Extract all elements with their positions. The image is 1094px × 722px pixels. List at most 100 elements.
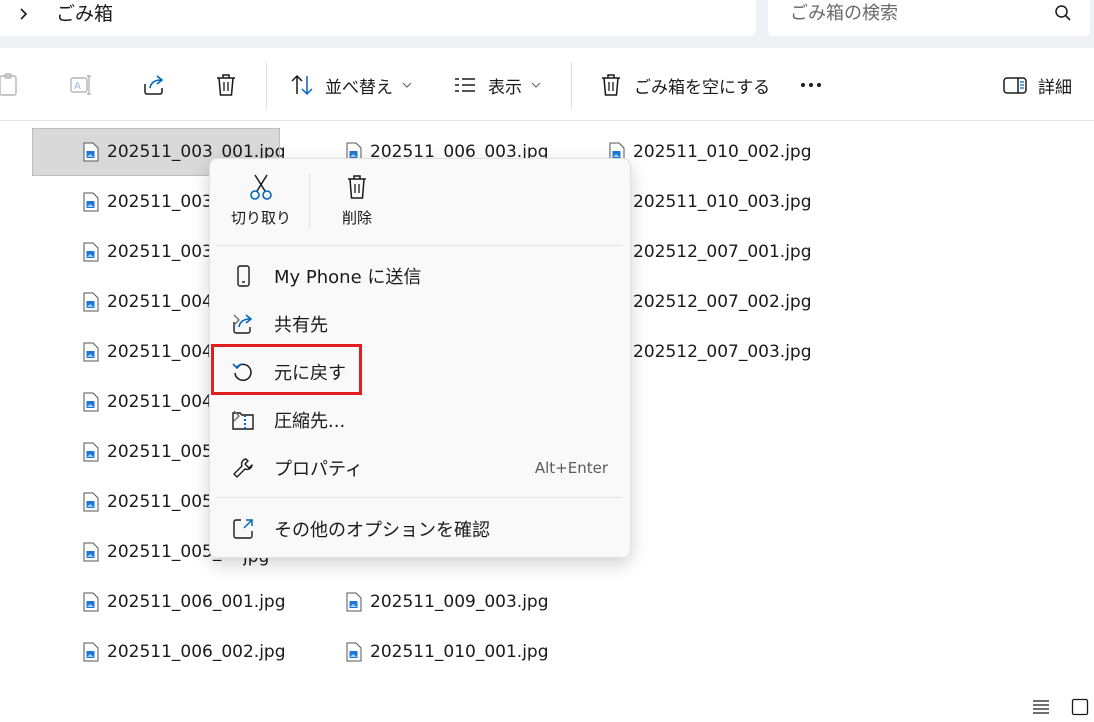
file-name: 202511_004_ (107, 292, 222, 312)
file-item[interactable]: 202511_005_ (83, 529, 221, 575)
file-item[interactable]: 202511_003_ (83, 229, 221, 275)
details-pane-button[interactable]: 詳細 (1002, 70, 1072, 100)
file-name: 202511_009_003.jpg (370, 592, 549, 612)
image-file-icon (83, 442, 99, 462)
share-icon (144, 75, 164, 95)
share-button[interactable] (141, 70, 167, 100)
file-name: 202511_010_002.jpg (633, 142, 812, 162)
chevron-right-icon (233, 314, 240, 326)
file-item[interactable]: 202512_007_002.jpg (609, 279, 812, 325)
file-item[interactable]: 202511_004_ (83, 279, 221, 325)
file-item[interactable]: 202511_010_003.jpg (609, 179, 812, 225)
file-item[interactable]: 202511_005_ (83, 429, 221, 475)
file-item[interactable]: 202511_004_ (83, 329, 221, 375)
paste-button[interactable] (0, 70, 22, 100)
file-item[interactable]: 202511_003_ (83, 179, 221, 225)
image-file-icon (83, 592, 99, 612)
menu-item-share[interactable]: 共有先 (216, 301, 622, 347)
file-name: 202512_007_001.jpg (633, 242, 812, 262)
image-file-icon (83, 192, 99, 212)
paste-icon (0, 73, 17, 96)
file-item[interactable]: 202512_007_003.jpg (609, 329, 812, 375)
image-file-icon (346, 592, 362, 612)
details-label: 詳細 (1038, 77, 1072, 98)
details-view-icon[interactable] (1032, 698, 1050, 716)
chevron-right-icon[interactable] (14, 2, 34, 26)
menu-item-send-phone[interactable]: My Phone に送信 (216, 253, 622, 299)
view-icon (455, 78, 475, 92)
menu-separator (216, 497, 622, 498)
image-file-icon (83, 392, 99, 412)
scissors-icon (250, 174, 272, 200)
file-item[interactable]: 202511_009_003.jpg (346, 579, 549, 625)
more-icon (801, 83, 821, 87)
file-name: 202511_010_001.jpg (370, 642, 549, 662)
thumbnail-view-icon[interactable] (1071, 698, 1089, 716)
share-label: 共有先 (274, 315, 328, 336)
phone-icon (237, 265, 250, 287)
file-name: 202511_006_002.jpg (107, 642, 286, 662)
file-item[interactable]: 202512_007_001.jpg (609, 229, 812, 275)
file-name: 202512_007_003.jpg (633, 342, 812, 362)
search-box[interactable]: ごみ箱の検索 (768, 0, 1090, 36)
open-external-icon (233, 519, 253, 539)
rename-button[interactable]: A (68, 70, 94, 100)
image-file-icon (83, 242, 99, 262)
command-bar: A 並べ替え 表示 ごみ箱を空にする 詳細 (0, 48, 1094, 121)
file-name: 202511_005_ (107, 492, 222, 512)
file-item[interactable]: 202511_005_ (83, 479, 221, 525)
file-item[interactable]: 202511_006_001.jpg (83, 579, 286, 625)
chevron-down-icon (531, 82, 541, 88)
image-file-icon (83, 492, 99, 512)
menu-separator (216, 245, 622, 246)
cut-button[interactable]: 切り取り (216, 173, 306, 237)
menu-item-more-options[interactable]: その他のオプションを確認 (216, 506, 622, 552)
search-input[interactable]: ごみ箱の検索 (790, 2, 898, 26)
delete-label: 削除 (341, 209, 372, 227)
file-name: 202511_005_ (107, 442, 222, 462)
empty-bin-label: ごみ箱を空にする (634, 77, 771, 98)
toolbar-separator (571, 62, 572, 110)
delete-button[interactable] (213, 70, 239, 100)
file-name: 202511_003_ (107, 192, 222, 212)
title-bar: ごみ箱 ごみ箱の検索 (0, 0, 1094, 48)
empty-bin-icon (602, 74, 620, 96)
delete-action-button[interactable]: 削除 (312, 173, 402, 237)
chevron-down-icon (402, 82, 412, 88)
file-name: 202511_010_003.jpg (633, 192, 812, 212)
file-name: 202511_004_ (107, 392, 222, 412)
sort-button[interactable]: 並べ替え (289, 70, 413, 100)
details-pane-icon (1003, 77, 1027, 94)
empty-bin-button[interactable]: ごみ箱を空にする (598, 70, 770, 100)
image-file-icon (83, 642, 99, 662)
menu-item-properties[interactable]: プロパティ Alt+Enter (216, 445, 622, 491)
rename-icon: A (70, 75, 91, 95)
file-item[interactable]: 202511_004_ (83, 379, 221, 425)
properties-label: プロパティ (274, 459, 363, 480)
file-name: 202511_004_ (107, 342, 222, 362)
image-file-icon (346, 642, 362, 662)
file-name: 202511_006_001.jpg (107, 592, 286, 612)
menu-item-compress[interactable]: 圧縮先... (216, 397, 622, 443)
file-item[interactable]: 202511_006_002.jpg (83, 629, 286, 675)
svg-text:A: A (74, 81, 81, 92)
image-file-icon (83, 292, 99, 312)
delete-icon (348, 175, 366, 199)
quick-actions-separator (309, 173, 310, 229)
image-file-icon (83, 342, 99, 362)
address-bar[interactable]: ごみ箱 (0, 0, 756, 36)
cut-label: 切り取り (230, 209, 291, 227)
file-name: 202512_007_002.jpg (633, 292, 812, 312)
sort-label: 並べ替え (325, 77, 393, 98)
file-item[interactable]: 202511_010_002.jpg (609, 129, 812, 175)
image-file-icon (83, 142, 99, 162)
search-icon[interactable] (1054, 4, 1072, 22)
file-name: 202511_005_ (107, 542, 222, 562)
view-button[interactable]: 表示 (452, 70, 542, 100)
restore-highlight-box (211, 344, 362, 395)
file-item[interactable]: 202511_010_001.jpg (346, 629, 549, 675)
more-button[interactable] (798, 70, 824, 100)
address-folder[interactable]: ごみ箱 (56, 2, 113, 26)
chevron-right-icon (233, 410, 240, 422)
image-file-icon (83, 542, 99, 562)
